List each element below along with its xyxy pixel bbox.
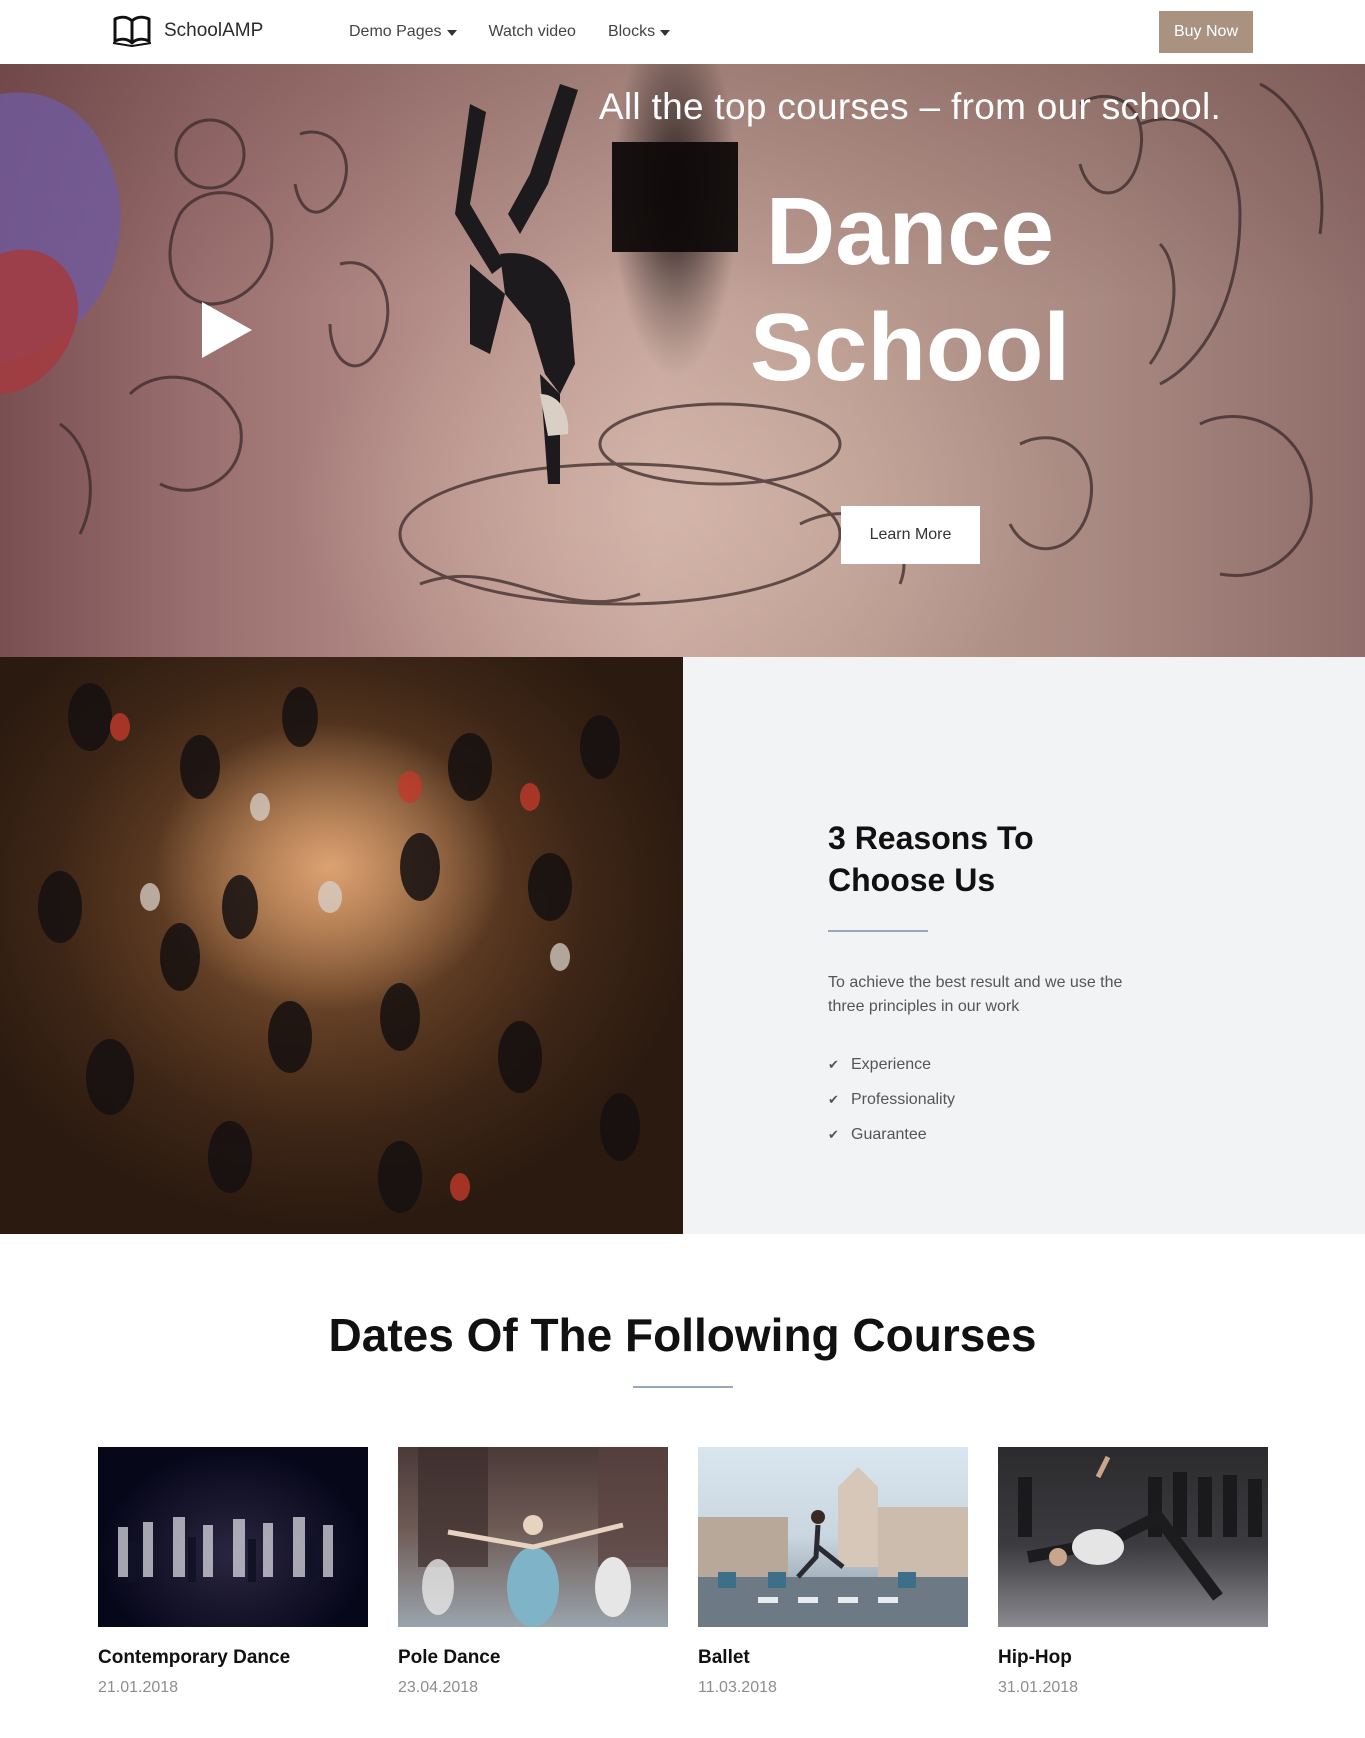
menu-item-demo-pages[interactable]: Demo Pages [349,23,457,41]
hero-title-line: School [749,294,1070,401]
open-book-icon [112,15,152,47]
caret-down-icon [660,29,671,36]
dancers-crowd-illustration [38,683,640,1213]
course-date: 23.04.2018 [398,1679,479,1696]
menu-item-label: Watch video [488,23,576,40]
menu-item-label: Demo Pages [349,23,442,40]
top-navbar: SchoolAMP Demo Pages Watch video Blocks … [0,0,1365,64]
reasons-section: 3 Reasons To Choose Us To achieve the be… [683,657,1365,1234]
reasons-title: 3 Reasons To Choose Us [828,817,1128,901]
list-item-label: Experience [851,1055,932,1073]
reasons-list: ✔ Experience ✔ Professionality ✔ Guarantee [828,1047,955,1152]
course-card-pole-dance[interactable]: Pole Dance 23.04.2018 [398,1447,668,1697]
hero-title: Dance School [700,174,1120,406]
menu-item-blocks[interactable]: Blocks [607,23,671,41]
reasons-description: To achieve the best result and we use th… [828,974,1123,1015]
check-icon: ✔ [828,1056,839,1072]
course-card-contemporary[interactable]: Contemporary Dance 21.01.2018 [98,1447,368,1697]
pole-dance-illustration [418,1447,668,1627]
course-name: Hip-Hop [998,1647,1072,1668]
course-image[interactable] [98,1447,368,1627]
hero-tagline: All the top courses – from our school. [598,86,1222,127]
divider [828,930,928,932]
ballet-illustration [698,1467,968,1627]
dancers-crowd-image [0,657,683,1234]
course-name: Contemporary Dance [98,1647,291,1668]
divider [633,1386,733,1388]
menu-item-watch-video[interactable]: Watch video [489,23,576,41]
courses-title: Dates Of The Following Courses [328,1309,1037,1361]
list-item-label: Professionality [851,1090,956,1108]
check-icon: ✔ [828,1091,839,1107]
contemporary-dance-illustration [118,1517,333,1582]
menu-item-label: Blocks [607,23,656,40]
caret-down-icon [446,29,457,36]
play-icon[interactable] [202,302,252,358]
course-name: Pole Dance [398,1647,501,1668]
hero-title-line: Dance [765,178,1055,285]
course-date: 31.01.2018 [998,1679,1079,1696]
hero-background-image [0,82,1324,606]
main-menu: Demo Pages Watch video Blocks [349,0,671,64]
list-item: ✔ Guarantee [828,1117,955,1152]
reasons-title-line: Choose Us [828,862,996,898]
course-image[interactable] [998,1447,1268,1627]
course-image[interactable] [398,1447,668,1627]
reasons-title-line: 3 Reasons To [828,820,1034,856]
course-date: 11.03.2018 [698,1679,777,1696]
course-card-hip-hop[interactable]: Hip-Hop 31.01.2018 [998,1447,1268,1697]
list-item: ✔ Experience [828,1047,955,1082]
course-name: Ballet [698,1647,750,1668]
course-image[interactable] [698,1447,968,1627]
list-item: ✔ Professionality [828,1082,955,1117]
course-card-ballet[interactable]: Ballet 11.03.2018 [698,1447,968,1697]
learn-more-button[interactable]: Learn More [841,506,980,564]
buy-now-button[interactable]: Buy Now [1159,11,1253,53]
hero-section: All the top courses – from our school. D… [0,64,1365,657]
list-item-label: Guarantee [851,1125,927,1143]
brand-logo[interactable]: SchoolAMP [112,15,263,47]
brand-name: SchoolAMP [164,20,264,41]
check-icon: ✔ [828,1126,839,1142]
hip-hop-illustration [1018,1455,1262,1601]
course-date: 21.01.2018 [98,1679,179,1696]
